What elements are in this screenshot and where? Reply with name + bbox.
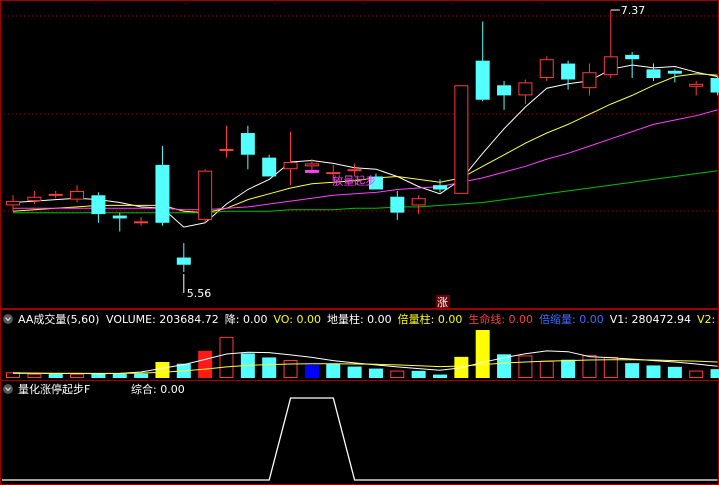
candle-body-up bbox=[219, 148, 234, 151]
candle-body-up bbox=[134, 221, 149, 224]
volume-bar bbox=[91, 373, 106, 378]
signal-line bbox=[2, 397, 718, 481]
ma20-line bbox=[13, 109, 718, 211]
volume-bar bbox=[347, 366, 362, 378]
volume-bar bbox=[646, 365, 661, 378]
candle-body-down bbox=[112, 215, 127, 219]
volume-field-7: V1: 280472.94 bbox=[610, 313, 691, 326]
candle-body-down bbox=[240, 133, 255, 155]
candle-body-down bbox=[433, 185, 447, 190]
volume-bar bbox=[539, 360, 554, 379]
moving-average-lines bbox=[12, 64, 718, 228]
volume-field-5: 生命线: 0.00 bbox=[468, 312, 533, 326]
signal-field-0: 综合: 0.00 bbox=[131, 382, 185, 396]
candle-body-down bbox=[497, 85, 512, 96]
volume-bar bbox=[283, 360, 298, 378]
volume-bar bbox=[689, 370, 704, 379]
kline-chart: 7.37 5.56 放量起步 涨 AA成交量(5,60) VOLUME: 203… bbox=[0, 0, 719, 485]
candle-body-down bbox=[646, 69, 661, 79]
candle-body-up bbox=[283, 161, 298, 170]
candle-body-up bbox=[582, 72, 597, 89]
high-price-label: 7.37 bbox=[621, 4, 646, 17]
candle-body-up bbox=[304, 163, 319, 167]
volume-indicator-name: AA成交量(5,60) bbox=[18, 312, 99, 326]
volume-bar bbox=[134, 373, 149, 378]
signal-indicator-name: 量化涨停起步F bbox=[18, 382, 90, 396]
signal-panel-header: 量化涨停起步F 综合: 0.00 bbox=[3, 382, 185, 396]
volume-bar bbox=[433, 374, 447, 378]
volume-bar bbox=[475, 330, 490, 378]
volume-field-4: 倍量柱: 0.00 bbox=[398, 312, 463, 326]
ma10-line bbox=[12, 73, 718, 214]
candle-body-down bbox=[262, 157, 277, 177]
signal-composite-line bbox=[2, 397, 718, 481]
volume-bar bbox=[70, 373, 85, 379]
volume-bar bbox=[625, 363, 640, 378]
signal-marker-bar bbox=[304, 169, 319, 173]
volume-field-3: 地量柱: 0.00 bbox=[327, 312, 392, 326]
volume-bar bbox=[304, 364, 319, 378]
ma5-line bbox=[12, 64, 718, 228]
volume-bar bbox=[561, 359, 576, 378]
volume-bar bbox=[48, 373, 63, 378]
candle-body-up bbox=[603, 56, 618, 76]
chart-stage: 7.37 5.56 放量起步 涨 AA成交量(5,60) VOLUME: 203… bbox=[0, 0, 719, 485]
volume-bar bbox=[710, 369, 719, 378]
candle-body-up bbox=[70, 190, 85, 200]
candle-body-up bbox=[518, 82, 533, 96]
candle-body-up bbox=[347, 169, 362, 172]
candle-body-up bbox=[198, 170, 213, 220]
candle-body-up bbox=[48, 193, 63, 196]
volume-bar bbox=[518, 355, 533, 378]
candle-body-down bbox=[91, 195, 106, 215]
candle-body-down bbox=[710, 78, 719, 93]
signal-panel-toggle-icon[interactable] bbox=[3, 384, 13, 394]
signal-indicator-fields: 综合: 0.00 bbox=[131, 382, 185, 396]
signal-panel-frame bbox=[0, 380, 719, 485]
volume-bar bbox=[27, 373, 42, 379]
volume-bar bbox=[390, 370, 405, 379]
candle-body-up bbox=[539, 59, 554, 79]
volume-bar bbox=[582, 355, 597, 378]
volume-panel-toggle-icon[interactable] bbox=[3, 314, 13, 324]
volume-field-6: 倍缩量: 0.00 bbox=[539, 312, 604, 326]
price-annotations: 7.37 5.56 放量起步 涨 bbox=[183, 4, 646, 309]
volume-field-0: VOLUME: 203684.72 bbox=[106, 313, 219, 326]
volume-bar bbox=[411, 370, 426, 378]
volume-bar bbox=[603, 356, 618, 379]
candle-body-up bbox=[689, 83, 704, 87]
candle-body-down bbox=[667, 70, 682, 74]
candle-body-down bbox=[625, 54, 640, 60]
volume-field-1: 降: 0.00 bbox=[225, 312, 268, 326]
volume-bar bbox=[155, 362, 170, 378]
volume-bar bbox=[198, 350, 213, 378]
candle-body-up bbox=[27, 196, 42, 202]
volume-bar bbox=[368, 368, 383, 378]
volume-bar bbox=[112, 373, 127, 378]
candle-body-down bbox=[475, 60, 490, 100]
volume-bar bbox=[262, 357, 277, 378]
volume-indicator-fields: VOLUME: 203684.72 降: 0.00 VO: 0.00 地量柱: 0.0… bbox=[106, 312, 719, 326]
candle-body-up bbox=[454, 85, 469, 194]
candle-body-down bbox=[155, 164, 170, 223]
candle-body-up bbox=[6, 201, 20, 206]
candle-body-down bbox=[176, 257, 191, 265]
volume-bar bbox=[219, 336, 234, 379]
candle-body-down bbox=[390, 196, 405, 213]
volume-bar bbox=[667, 366, 682, 378]
candles bbox=[6, 10, 719, 272]
zhang-tag-label: 涨 bbox=[437, 296, 448, 309]
low-price-label: 5.56 bbox=[187, 287, 212, 300]
volume-bar bbox=[326, 363, 341, 378]
signal-text-label: 放量起步 bbox=[332, 173, 376, 187]
candle-body-down bbox=[561, 63, 576, 80]
candle-body-up bbox=[411, 198, 426, 206]
volume-field-8: V2: 2 bbox=[697, 313, 719, 326]
volume-bars bbox=[6, 330, 719, 379]
volume-field-2: VO: 0.00 bbox=[273, 313, 321, 326]
volume-panel-header: AA成交量(5,60) VOLUME: 203684.72 降: 0.00 VO: … bbox=[3, 312, 719, 326]
